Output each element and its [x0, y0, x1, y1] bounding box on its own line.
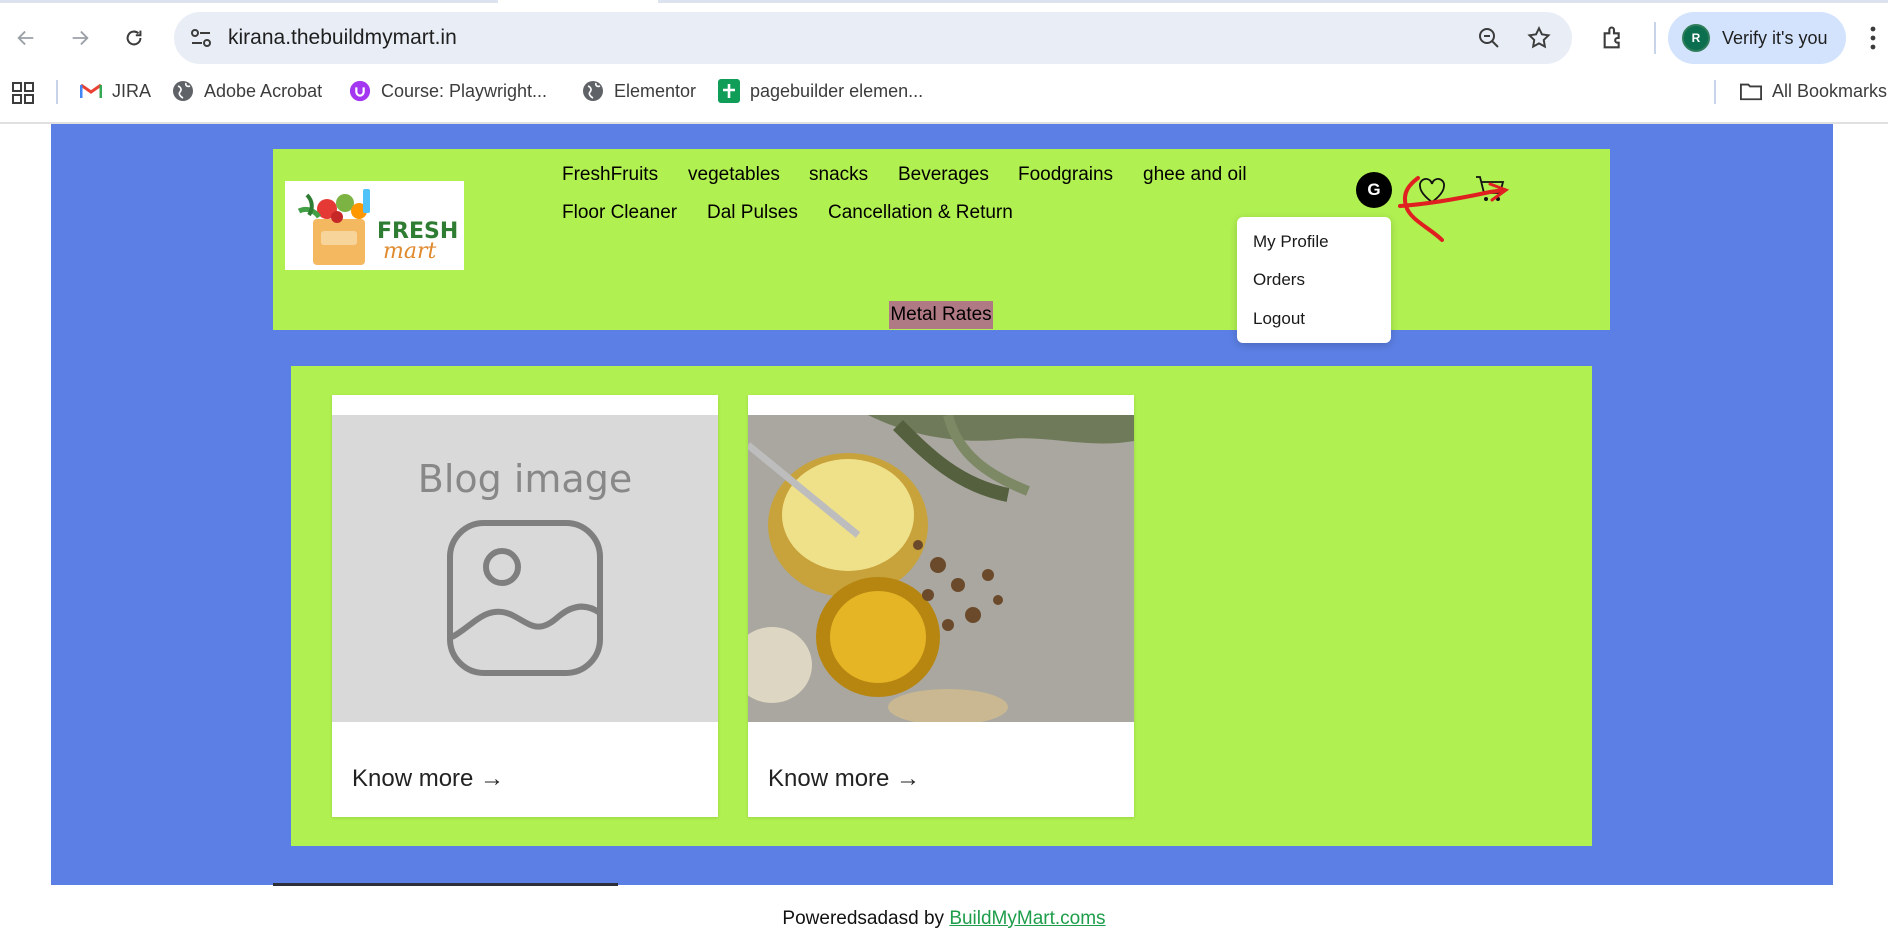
image-placeholder-icon: [447, 520, 603, 676]
blog-card-image-ghee: [748, 415, 1134, 722]
bookmarks-divider: [56, 80, 58, 104]
blog-card-image: Blog image: [332, 415, 718, 722]
bookmark-label: Adobe Acrobat: [204, 80, 323, 101]
nav-dal-pulses[interactable]: Dal Pulses: [707, 202, 798, 224]
zoom-icon[interactable]: [1477, 26, 1501, 50]
footer-divider: [273, 883, 618, 886]
bookmark-star-icon[interactable]: [1526, 25, 1552, 51]
folder-icon: [1740, 80, 1762, 102]
sheets-icon: [718, 79, 740, 103]
know-more-link[interactable]: Know more →: [768, 765, 920, 793]
user-dropdown-menu: My Profile Orders Logout: [1237, 217, 1391, 343]
logo-text-mart: mart: [383, 239, 437, 264]
bookmark-jira[interactable]: JIRA: [80, 80, 151, 102]
bookmark-label: Elementor: [614, 80, 697, 101]
gmail-icon: [80, 80, 102, 102]
bookmark-course-playwright[interactable]: Course: Playwright...: [349, 80, 547, 102]
bookmark-label: JIRA: [112, 80, 152, 101]
forward-button[interactable]: [62, 20, 98, 56]
footer-link[interactable]: BuildMyMart.coms: [949, 908, 1105, 929]
reload-icon: [126, 30, 142, 46]
active-tab-indicator: [498, 0, 658, 3]
metal-rates-link[interactable]: Metal Rates: [889, 301, 993, 329]
nav-cancellation-return[interactable]: Cancellation & Return: [828, 202, 1013, 224]
profile-avatar: R: [1682, 24, 1710, 52]
nav-vegetables[interactable]: vegetables: [688, 164, 780, 186]
nav-foodgrains[interactable]: Foodgrains: [1018, 164, 1113, 186]
extensions-icon[interactable]: [1600, 24, 1628, 52]
url-text[interactable]: kirana.thebuildmymart.in: [228, 26, 457, 50]
blog-image-placeholder-text: Blog image: [417, 457, 633, 501]
reload-button[interactable]: [116, 20, 152, 56]
ghee-jars-photo: [748, 415, 1134, 722]
menu-item-logout[interactable]: Logout: [1253, 309, 1305, 329]
menu-item-orders[interactable]: Orders: [1253, 270, 1305, 290]
kebab-menu-icon[interactable]: [1868, 24, 1878, 52]
bookmark-pagebuilder[interactable]: pagebuilder elemen...: [718, 79, 924, 103]
bookmark-label: Course: Playwright...: [381, 80, 548, 101]
nav-beverages[interactable]: Beverages: [898, 164, 989, 186]
bookmark-label: pagebuilder elemen...: [750, 80, 924, 101]
back-button[interactable]: [8, 20, 44, 56]
know-more-link[interactable]: Know more →: [352, 765, 504, 793]
globe-icon: [172, 80, 194, 102]
bookmarks-bar: JIRA Adobe Acrobat Course: Playwright...…: [0, 74, 1888, 110]
nav-snacks[interactable]: snacks: [809, 164, 868, 186]
all-bookmarks-label: All Bookmarks: [1772, 80, 1888, 101]
blog-card[interactable]: Blog image Know more →: [332, 395, 718, 817]
arrow-right-icon: [72, 30, 89, 46]
tab-strip: [0, 0, 1888, 3]
footer-prefix: Poweredsadasd by: [782, 908, 950, 929]
udemy-icon: [349, 80, 371, 102]
red-arrow-annotation: [1398, 176, 1510, 242]
bookmark-adobe-acrobat[interactable]: Adobe Acrobat: [172, 80, 322, 102]
address-bar[interactable]: kirana.thebuildmymart.in: [174, 12, 1572, 64]
blog-card[interactable]: Know more →: [748, 395, 1134, 817]
toolbar-divider: [1654, 22, 1656, 54]
footer-credit: Poweredsadasd by BuildMyMart.coms: [0, 908, 1888, 930]
verify-profile-chip[interactable]: R Verify it's you: [1668, 12, 1846, 64]
bookmark-elementor[interactable]: Elementor: [582, 80, 696, 102]
all-bookmarks-button[interactable]: All Bookmarks: [1740, 80, 1887, 102]
bookmarks-divider: [1714, 80, 1716, 104]
nav-floor-cleaner[interactable]: Floor Cleaner: [562, 202, 677, 224]
menu-item-my-profile[interactable]: My Profile: [1253, 232, 1329, 252]
browser-chrome: kirana.thebuildmymart.in R Verify it's y…: [0, 0, 1888, 124]
verify-label: Verify it's you: [1722, 27, 1828, 48]
fresh-mart-logo[interactable]: FRESH mart: [285, 181, 464, 270]
globe-icon: [582, 80, 604, 102]
nav-freshfruits[interactable]: FreshFruits: [562, 164, 658, 186]
arrow-left-icon: [17, 30, 34, 46]
nav-ghee-and-oil[interactable]: ghee and oil: [1143, 164, 1247, 186]
site-info-icon[interactable]: [190, 28, 212, 48]
blog-section: Blog image Know more → Know more →: [291, 366, 1592, 846]
apps-grid-icon[interactable]: [12, 82, 34, 104]
